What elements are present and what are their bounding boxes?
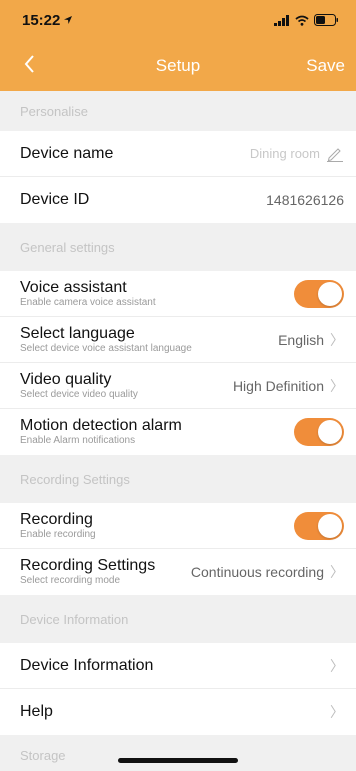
section-header-recording: Recording Settings [0,455,356,503]
save-button[interactable]: Save [306,56,345,76]
video-quality-text-value: High Definition [232,377,324,394]
device-id-row: Device ID 1481626126 [0,177,356,223]
recording-text: Recording Enable recording [20,511,96,541]
recording-settings-text: Recording Settings Select recording mode [20,557,155,587]
video-quality-row[interactable]: Video quality Select device video qualit… [0,363,356,409]
video-quality-value: High Definition 〉 [233,376,344,396]
voice-assistant-row: Voice assistant Enable camera voice assi… [0,271,356,317]
battery-icon [314,14,338,26]
wifi-icon [295,15,309,26]
motion-alarm-label: Motion detection alarm [20,417,182,434]
page-title: Setup [155,55,201,75]
chevron-right-icon: 〉 [330,657,344,674]
voice-assistant-sub: Enable camera voice assistant [20,296,156,308]
help-row[interactable]: Help 〉 [0,689,356,735]
location-arrow-icon [64,16,73,24]
recording-row: Recording Enable recording [0,503,356,549]
back-chevron-icon[interactable] [18,52,42,76]
chevron-right-icon: 〉 [330,331,344,348]
device-name-text: Dining room [249,146,320,161]
status-icons [274,14,338,26]
motion-alarm-sub: Enable Alarm notifications [20,435,136,446]
toggle-knob [318,513,342,538]
chevron-right-icon: 〉 [330,564,344,580]
video-quality-sub: Select device video quality [20,388,138,400]
help-label: Help [20,703,53,720]
nav-bar: Setup Save [0,40,356,91]
section-header-storage: Storage [0,735,356,771]
pencil-icon[interactable] [326,146,344,162]
status-bar: 15:22 [0,0,356,40]
chevron-right-icon: 〉 [330,377,344,394]
motion-alarm-toggle[interactable] [294,418,344,446]
language-sub: Select device voice assistant language [20,342,192,354]
home-indicator[interactable] [118,758,238,763]
motion-alarm-row: Motion detection alarm Enable Alarm noti… [0,409,356,455]
signal-icon [274,14,289,26]
video-quality-label: Video quality [20,370,112,388]
recording-mode-text: Continuous recording [190,564,324,580]
recording-toggle[interactable] [294,511,344,540]
language-text-value: English [278,331,324,348]
toggle-knob [318,281,342,306]
device-name-row[interactable]: Device name Dining room [0,131,356,177]
recording-settings-value: Continuous recording 〉 [191,562,344,582]
status-time: 15:22 [22,12,73,29]
recording-settings-sub: Select recording mode [20,575,121,586]
language-row[interactable]: Select language Select device voice assi… [0,317,356,363]
device-information-label: Device Information [20,656,154,674]
voice-assistant-label: Voice assistant [20,278,127,296]
recording-sub: Enable recording [20,528,96,540]
device-name-label: Device name [20,144,114,162]
recording-settings-label: Recording Settings [20,557,156,574]
device-id-value: 1481626126 [266,192,344,208]
header: 15:22 Setup Save [0,0,356,91]
device-id-label: Device ID [20,191,90,208]
time-text: 15:22 [22,11,61,29]
language-label: Select language [20,324,135,342]
recording-settings-row[interactable]: Recording Settings Select recording mode… [0,549,356,595]
toggle-knob [318,420,342,444]
section-header-personalise: Personalise [0,91,356,131]
device-name-value[interactable]: Dining room [250,146,344,162]
section-header-device-info: Device Information [0,595,356,643]
language-text: Select language Select device voice assi… [20,325,192,355]
recording-label: Recording [20,510,93,528]
section-header-general: General settings [0,223,356,271]
chevron-right-icon: 〉 [330,704,344,720]
voice-assistant-text: Voice assistant Enable camera voice assi… [20,279,156,309]
video-quality-text: Video quality Select device video qualit… [20,371,138,401]
device-information-row[interactable]: Device Information 〉 [0,643,356,689]
voice-assistant-toggle[interactable] [294,279,344,308]
language-value: English 〉 [278,330,344,350]
motion-alarm-text: Motion detection alarm Enable Alarm noti… [20,417,182,447]
